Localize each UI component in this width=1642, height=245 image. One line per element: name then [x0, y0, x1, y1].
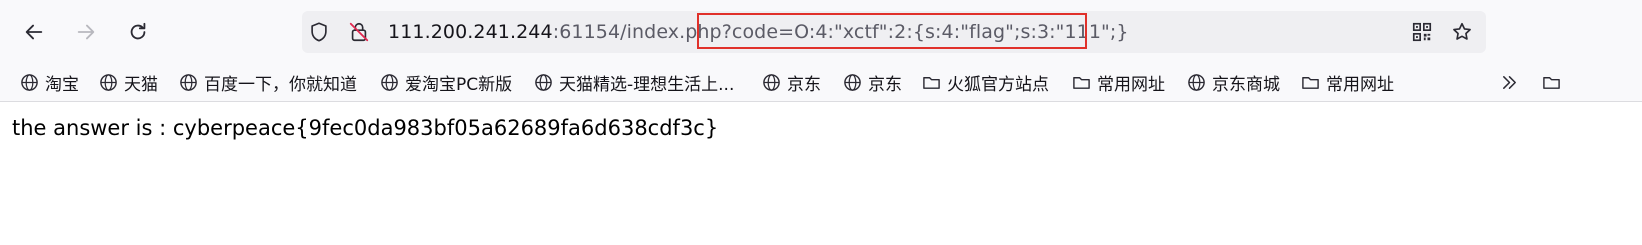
folder-icon	[1073, 76, 1090, 89]
other-bookmarks-folder[interactable]	[1542, 70, 1567, 94]
bookmark-label: 百度一下，你就知道	[204, 74, 357, 95]
qr-code-icon[interactable]	[1410, 20, 1434, 44]
back-button[interactable]	[16, 14, 52, 50]
bookmark-item[interactable]: 天猫精选-理想生活上...	[534, 70, 735, 95]
bookmark-label: 京东	[868, 74, 902, 95]
bookmark-item[interactable]: 京东	[843, 70, 902, 95]
bookmark-label: 常用网址	[1326, 74, 1394, 95]
globe-icon	[21, 73, 38, 91]
bookmark-folder[interactable]: 常用网址	[1301, 70, 1394, 95]
bookmark-item[interactable]: 京东	[762, 70, 821, 95]
shield-icon[interactable]	[308, 21, 330, 43]
bookmark-item[interactable]: 京东商城	[1187, 70, 1280, 95]
globe-icon	[844, 73, 861, 91]
globe-icon	[535, 73, 552, 91]
insecure-lock-icon[interactable]	[348, 21, 370, 43]
arrow-left-icon	[25, 24, 43, 40]
globe-icon	[100, 73, 117, 91]
browser-toolbar: 111.200.241.244:61154/index.php?code=O:4…	[0, 0, 1642, 62]
bookmark-label: 淘宝	[45, 74, 79, 95]
bookmark-label: 火狐官方站点	[947, 74, 1049, 95]
chevron-double-right-icon	[1503, 75, 1516, 89]
reload-button[interactable]	[120, 14, 156, 50]
bookmark-label: 京东商城	[1212, 74, 1280, 95]
bookmark-label: 天猫精选-理想生活上...	[559, 74, 735, 95]
bookmark-item[interactable]: 百度一下，你就知道	[179, 70, 357, 95]
bookmark-label: 天猫	[124, 74, 158, 95]
url-host: 111.200.241.244	[388, 21, 553, 43]
arrow-right-icon	[77, 24, 95, 40]
globe-icon	[381, 73, 398, 91]
folder-icon	[1302, 76, 1319, 89]
bookmark-item[interactable]: 爱淘宝PC新版	[380, 70, 513, 95]
bookmark-item[interactable]: 淘宝	[20, 70, 79, 95]
bookmarks-overflow-button[interactable]	[1500, 70, 1525, 94]
bookmark-folder[interactable]: 常用网址	[1072, 70, 1165, 95]
url-query-highlight-box	[697, 13, 1087, 49]
reload-icon	[130, 22, 146, 40]
globe-icon	[180, 73, 197, 91]
bookmark-label: 常用网址	[1097, 74, 1165, 95]
folder-icon	[1543, 76, 1560, 89]
globe-icon	[763, 73, 780, 91]
bookmark-star-icon[interactable]	[1450, 20, 1474, 44]
bookmarks-toolbar: 淘宝 天猫 百度一下，你就知道 爱淘宝PC新版 天猫精选-理想生活上... 京东…	[0, 62, 1642, 102]
bookmark-label: 京东	[787, 74, 821, 95]
globe-icon	[1188, 73, 1205, 91]
forward-button[interactable]	[68, 14, 104, 50]
folder-icon	[923, 76, 940, 89]
bookmark-label: 爱淘宝PC新版	[405, 74, 513, 95]
bookmark-item[interactable]: 天猫	[99, 70, 158, 95]
page-body-text: the answer is : cyberpeace{9fec0da983bf0…	[12, 116, 719, 140]
bookmark-folder[interactable]: 火狐官方站点	[922, 70, 1049, 95]
